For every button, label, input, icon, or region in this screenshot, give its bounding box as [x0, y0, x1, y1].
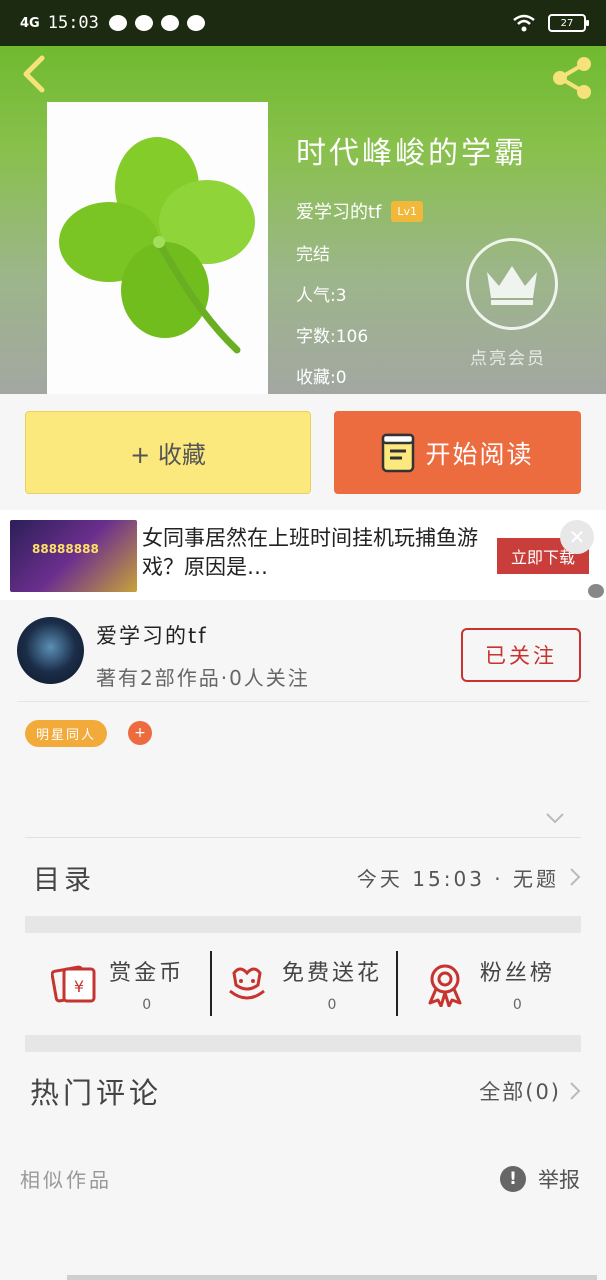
message-icon: [108, 15, 127, 31]
qq-icon: [160, 15, 179, 31]
ad-close-icon[interactable]: ✕: [560, 520, 594, 554]
level-badge: Lv1: [391, 200, 424, 222]
reward-coins-label: 赏金币: [109, 961, 185, 986]
send-flower-label: 免费送花: [281, 961, 382, 986]
send-flower-button[interactable]: 免费送花 0: [210, 933, 395, 1035]
ad-text[interactable]: 女同事居然在上班时间挂机玩捕鱼游戏？原因是…: [142, 524, 482, 582]
author-name[interactable]: 爱学习的tf: [96, 620, 208, 650]
start-reading-button[interactable]: 开始阅读: [334, 411, 581, 494]
book-cover[interactable]: [47, 102, 268, 394]
author-meta: 著有2部作品·0人关注: [96, 666, 310, 690]
stats-row: ¥ 赏金币 0 免费送花 0 粉丝榜 0: [25, 933, 581, 1035]
all-comments-link[interactable]: 全部(0): [479, 1076, 581, 1106]
exclamation-icon: !: [500, 1166, 526, 1192]
chevron-right-icon: [570, 1082, 581, 1100]
section-divider: [25, 916, 581, 933]
chevron-right-icon: [570, 868, 581, 886]
add-favorite-button[interactable]: + 收藏: [25, 411, 311, 494]
ad-marker-icon: [588, 584, 604, 598]
status-time: 15:03: [47, 13, 99, 33]
author-section: 爱学习的tf 著有2部作品·0人关注 已关注 明星同人 +: [0, 600, 606, 838]
chevron-down-icon[interactable]: [545, 812, 565, 824]
hot-comments-row[interactable]: 热门评论 全部(0): [25, 1052, 581, 1130]
all-comments-text: 全部(0): [479, 1080, 561, 1104]
latest-chapter-text: 今天 15:03 · 无题: [356, 866, 559, 891]
section-divider: [25, 1035, 581, 1052]
share-icon[interactable]: [548, 54, 596, 102]
battery-level: 27: [560, 17, 574, 29]
book-author[interactable]: 爱学习的tf: [296, 198, 381, 224]
wechat-icon: [134, 15, 153, 31]
divider: [210, 951, 213, 1016]
vip-label[interactable]: 点亮会员: [470, 344, 546, 369]
fan-ranking-button[interactable]: 粉丝榜 0: [395, 933, 581, 1035]
hot-comments-label: 热门评论: [30, 1076, 163, 1110]
book-header: 时代峰峻的学霸 爱学习的tf Lv1 完结 人气:3 字数:106 收藏:0 点…: [0, 46, 606, 394]
latest-chapter[interactable]: 今天 15:03 · 无题: [357, 863, 581, 892]
svg-text:¥: ¥: [74, 977, 84, 996]
flower-icon: [229, 967, 265, 1000]
ad-thumbnail-text: 88888888: [32, 542, 99, 556]
report-button[interactable]: ! 举报: [500, 1164, 580, 1194]
reward-coins-button[interactable]: ¥ 赏金币 0: [25, 933, 210, 1035]
start-reading-label: 开始阅读: [425, 439, 534, 469]
book-icon: [382, 433, 415, 472]
network-indicator: 4G: [20, 15, 40, 31]
divider: [17, 701, 589, 702]
add-tag-button[interactable]: +: [128, 721, 152, 745]
ad-banner[interactable]: 88888888 女同事居然在上班时间挂机玩捕鱼游戏？原因是… 立即下载 ✕: [0, 510, 606, 600]
similar-works-label: 相似作品: [20, 1168, 112, 1192]
vip-crown-button[interactable]: [466, 238, 558, 330]
report-label: 举报: [538, 1168, 580, 1192]
notification-icons: [108, 15, 205, 31]
battery-icon: 27: [548, 14, 589, 32]
genre-tag[interactable]: 明星同人: [25, 720, 108, 747]
author-avatar[interactable]: [17, 617, 84, 684]
ad-thumbnail: 88888888: [10, 520, 137, 592]
catalog-row[interactable]: 目录 今天 15:03 · 无题: [25, 838, 581, 916]
wifi-icon: [513, 14, 535, 32]
fan-ranking-label: 粉丝榜: [479, 961, 555, 986]
qq-icon: [186, 15, 205, 31]
clover-cover-image: [47, 102, 268, 394]
crown-icon: [487, 266, 537, 305]
status-bar: 4G 15:03 27: [0, 0, 606, 46]
bottom-indicator: [67, 1275, 597, 1280]
back-arrow-icon[interactable]: [16, 54, 56, 94]
catalog-label: 目录: [33, 864, 95, 896]
book-title: 时代峰峻的学霸: [296, 136, 527, 171]
send-flower-count: 0: [327, 997, 337, 1013]
action-bar: + 收藏 开始阅读: [0, 394, 606, 510]
divider: [395, 951, 398, 1016]
award-ribbon-icon: [428, 964, 462, 1007]
follow-button[interactable]: 已关注: [461, 628, 581, 682]
fan-ranking-count: 0: [512, 997, 522, 1013]
book-author-row[interactable]: 爱学习的tf Lv1: [296, 198, 527, 224]
reward-coins-count: 0: [142, 997, 152, 1013]
red-envelope-icon: ¥: [51, 965, 96, 1003]
